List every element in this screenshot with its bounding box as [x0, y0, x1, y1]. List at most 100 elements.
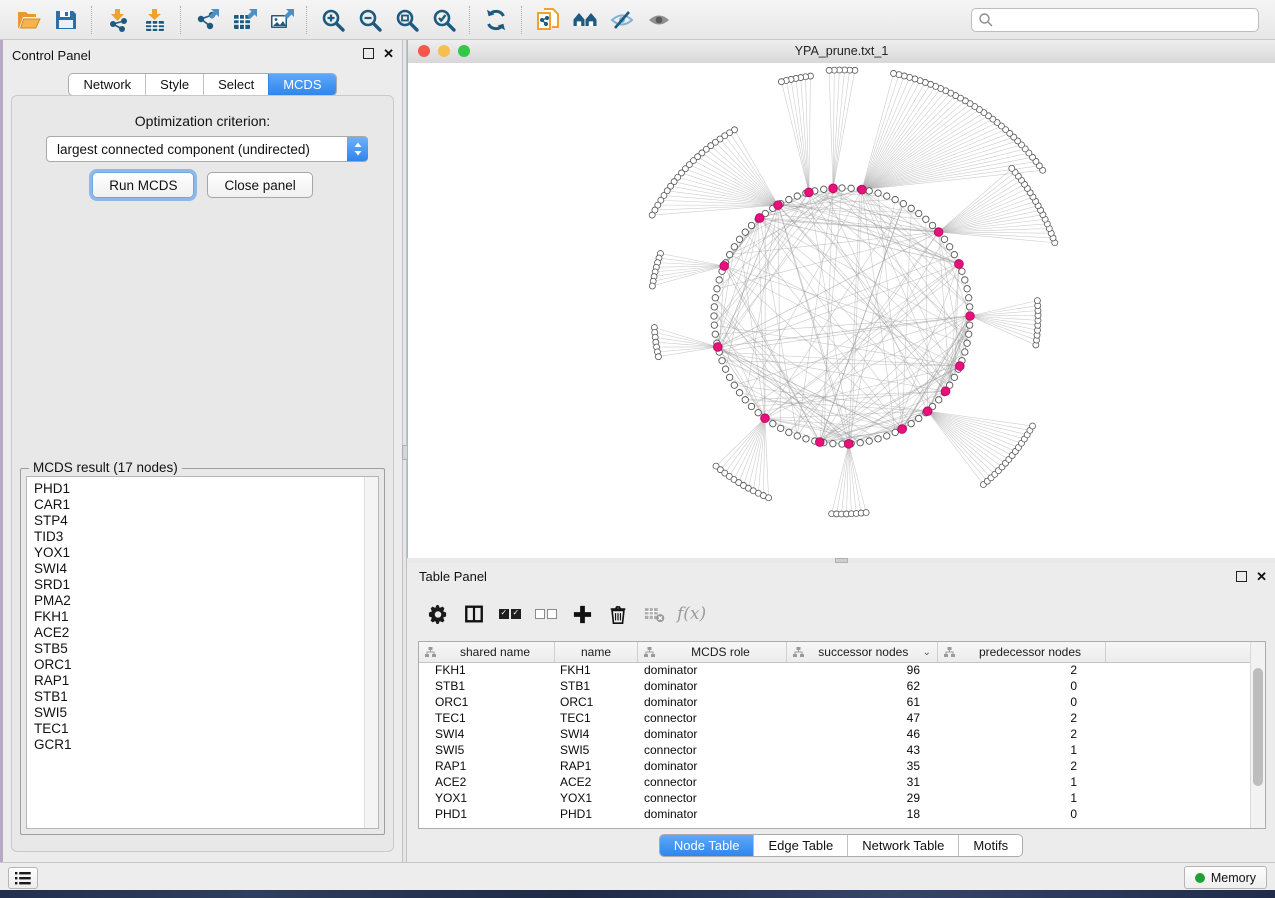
graph-hub-node[interactable]	[858, 185, 867, 194]
tab-motifs[interactable]: Motifs	[958, 835, 1022, 856]
cell-successor-nodes[interactable]: 46	[784, 726, 934, 742]
column-header-successor-nodes[interactable]: successor nodes⌄	[787, 642, 938, 662]
column-header-predecessor-nodes[interactable]: predecessor nodes	[938, 642, 1106, 662]
graph-node[interactable]	[875, 190, 881, 196]
show-column-icon[interactable]	[461, 600, 487, 628]
memory-button[interactable]: Memory	[1184, 866, 1267, 889]
graph-hub-node[interactable]	[956, 362, 965, 371]
optimization-criterion-select[interactable]: largest connected component (undirected)	[46, 136, 368, 162]
graph-hub-node[interactable]	[923, 407, 932, 416]
graph-node[interactable]	[726, 374, 732, 380]
save-session-button[interactable]	[47, 4, 84, 36]
graph-node[interactable]	[777, 425, 783, 431]
cell-predecessor-nodes[interactable]: 1	[934, 790, 1101, 806]
graph-node[interactable]	[959, 268, 965, 274]
graph-hub-node[interactable]	[761, 414, 770, 423]
new-network-from-selection-button[interactable]	[529, 4, 566, 36]
float-panel-icon[interactable]	[1236, 571, 1247, 582]
cell-name[interactable]: FKH1	[554, 662, 636, 678]
graph-node[interactable]	[742, 229, 748, 235]
column-header-shared-name[interactable]: shared name	[419, 642, 555, 662]
mcds-result-item[interactable]: TEC1	[34, 721, 365, 737]
cell-MCDS-role[interactable]: dominator	[636, 726, 784, 742]
graph-node[interactable]	[748, 403, 754, 409]
mcds-result-item[interactable]: STB5	[34, 641, 365, 657]
cell-shared-name[interactable]: SWI4	[419, 726, 554, 742]
cell-name[interactable]: RAP1	[554, 758, 636, 774]
cell-shared-name[interactable]: PHD1	[419, 806, 554, 822]
cell-shared-name[interactable]: ACE2	[419, 774, 554, 790]
import-network-button[interactable]	[99, 4, 136, 36]
mcds-result-item[interactable]: TID3	[34, 529, 365, 545]
graph-hub-node[interactable]	[714, 343, 723, 352]
mcds-result-item[interactable]: PMA2	[34, 593, 365, 609]
graph-node[interactable]	[712, 331, 718, 337]
graph-node[interactable]	[891, 70, 897, 76]
close-panel-icon[interactable]: ✕	[1256, 572, 1267, 581]
cell-successor-nodes[interactable]: 35	[784, 758, 934, 774]
close-panel-icon[interactable]: ✕	[383, 49, 394, 58]
cell-successor-nodes[interactable]: 61	[784, 694, 934, 710]
cell-shared-name[interactable]: TEC1	[419, 710, 554, 726]
graph-node[interactable]	[892, 429, 898, 435]
graph-node[interactable]	[848, 185, 854, 191]
graph-node[interactable]	[946, 244, 952, 250]
cell-name[interactable]: TEC1	[554, 710, 636, 726]
cell-successor-nodes[interactable]: 62	[784, 678, 934, 694]
cell-MCDS-role[interactable]: connector	[636, 790, 784, 806]
table-row[interactable]: SWI4SWI4dominator462	[419, 726, 1251, 742]
graph-node[interactable]	[719, 358, 725, 364]
graph-node[interactable]	[830, 440, 836, 446]
cell-name[interactable]: SWI4	[554, 726, 636, 742]
graph-node[interactable]	[649, 212, 655, 218]
graph-hub-node[interactable]	[774, 201, 783, 210]
mcds-result-item[interactable]: ACE2	[34, 625, 365, 641]
graph-node[interactable]	[1030, 423, 1036, 429]
graph-node[interactable]	[794, 433, 800, 439]
table-row[interactable]: TEC1TEC1connector472	[419, 710, 1251, 726]
graph-hub-node[interactable]	[966, 312, 975, 321]
export-table-button[interactable]	[225, 4, 262, 36]
graph-node[interactable]	[794, 193, 800, 199]
graph-node[interactable]	[649, 283, 655, 289]
cell-MCDS-role[interactable]: dominator	[636, 678, 784, 694]
add-column-icon[interactable]	[569, 600, 595, 628]
graph-node[interactable]	[863, 510, 869, 516]
graph-node[interactable]	[766, 495, 772, 501]
table-row[interactable]: ORC1ORC1dominator610	[419, 694, 1251, 710]
cell-predecessor-nodes[interactable]: 0	[934, 678, 1101, 694]
graph-node[interactable]	[916, 210, 922, 216]
graph-node[interactable]	[770, 420, 776, 426]
column-header-name[interactable]: name	[555, 642, 638, 662]
graph-node[interactable]	[866, 188, 872, 194]
graph-node[interactable]	[736, 390, 742, 396]
graph-node[interactable]	[736, 236, 742, 242]
graph-node[interactable]	[908, 420, 914, 426]
cell-successor-nodes[interactable]: 31	[784, 774, 934, 790]
graph-node[interactable]	[966, 304, 972, 310]
cell-successor-nodes[interactable]: 18	[784, 806, 934, 822]
graph-node[interactable]	[786, 196, 792, 202]
graph-node[interactable]	[726, 251, 732, 257]
zoom-out-button[interactable]	[351, 4, 388, 36]
graph-node[interactable]	[951, 251, 957, 257]
graph-node[interactable]	[951, 374, 957, 380]
cell-shared-name[interactable]: FKH1	[419, 662, 554, 678]
network-canvas[interactable]	[408, 63, 1275, 558]
graph-hub-node[interactable]	[815, 438, 824, 447]
mcds-result-item[interactable]: STB1	[34, 689, 365, 705]
cell-predecessor-nodes[interactable]: 2	[934, 758, 1101, 774]
tab-network[interactable]: Network	[69, 74, 145, 95]
mcds-result-item[interactable]: SRD1	[34, 577, 365, 593]
graph-node[interactable]	[778, 79, 784, 85]
tab-network-table[interactable]: Network Table	[847, 835, 958, 856]
graph-node[interactable]	[857, 439, 863, 445]
table-row[interactable]: FKH1FKH1dominator962	[419, 662, 1251, 678]
float-panel-icon[interactable]	[363, 48, 374, 59]
graph-node[interactable]	[923, 216, 929, 222]
mcds-result-item[interactable]: GCR1	[34, 737, 365, 753]
select-all-columns-icon[interactable]	[497, 600, 523, 628]
graph-node[interactable]	[731, 244, 737, 250]
graph-node[interactable]	[965, 295, 971, 301]
mcds-result-item[interactable]: FKH1	[34, 609, 365, 625]
